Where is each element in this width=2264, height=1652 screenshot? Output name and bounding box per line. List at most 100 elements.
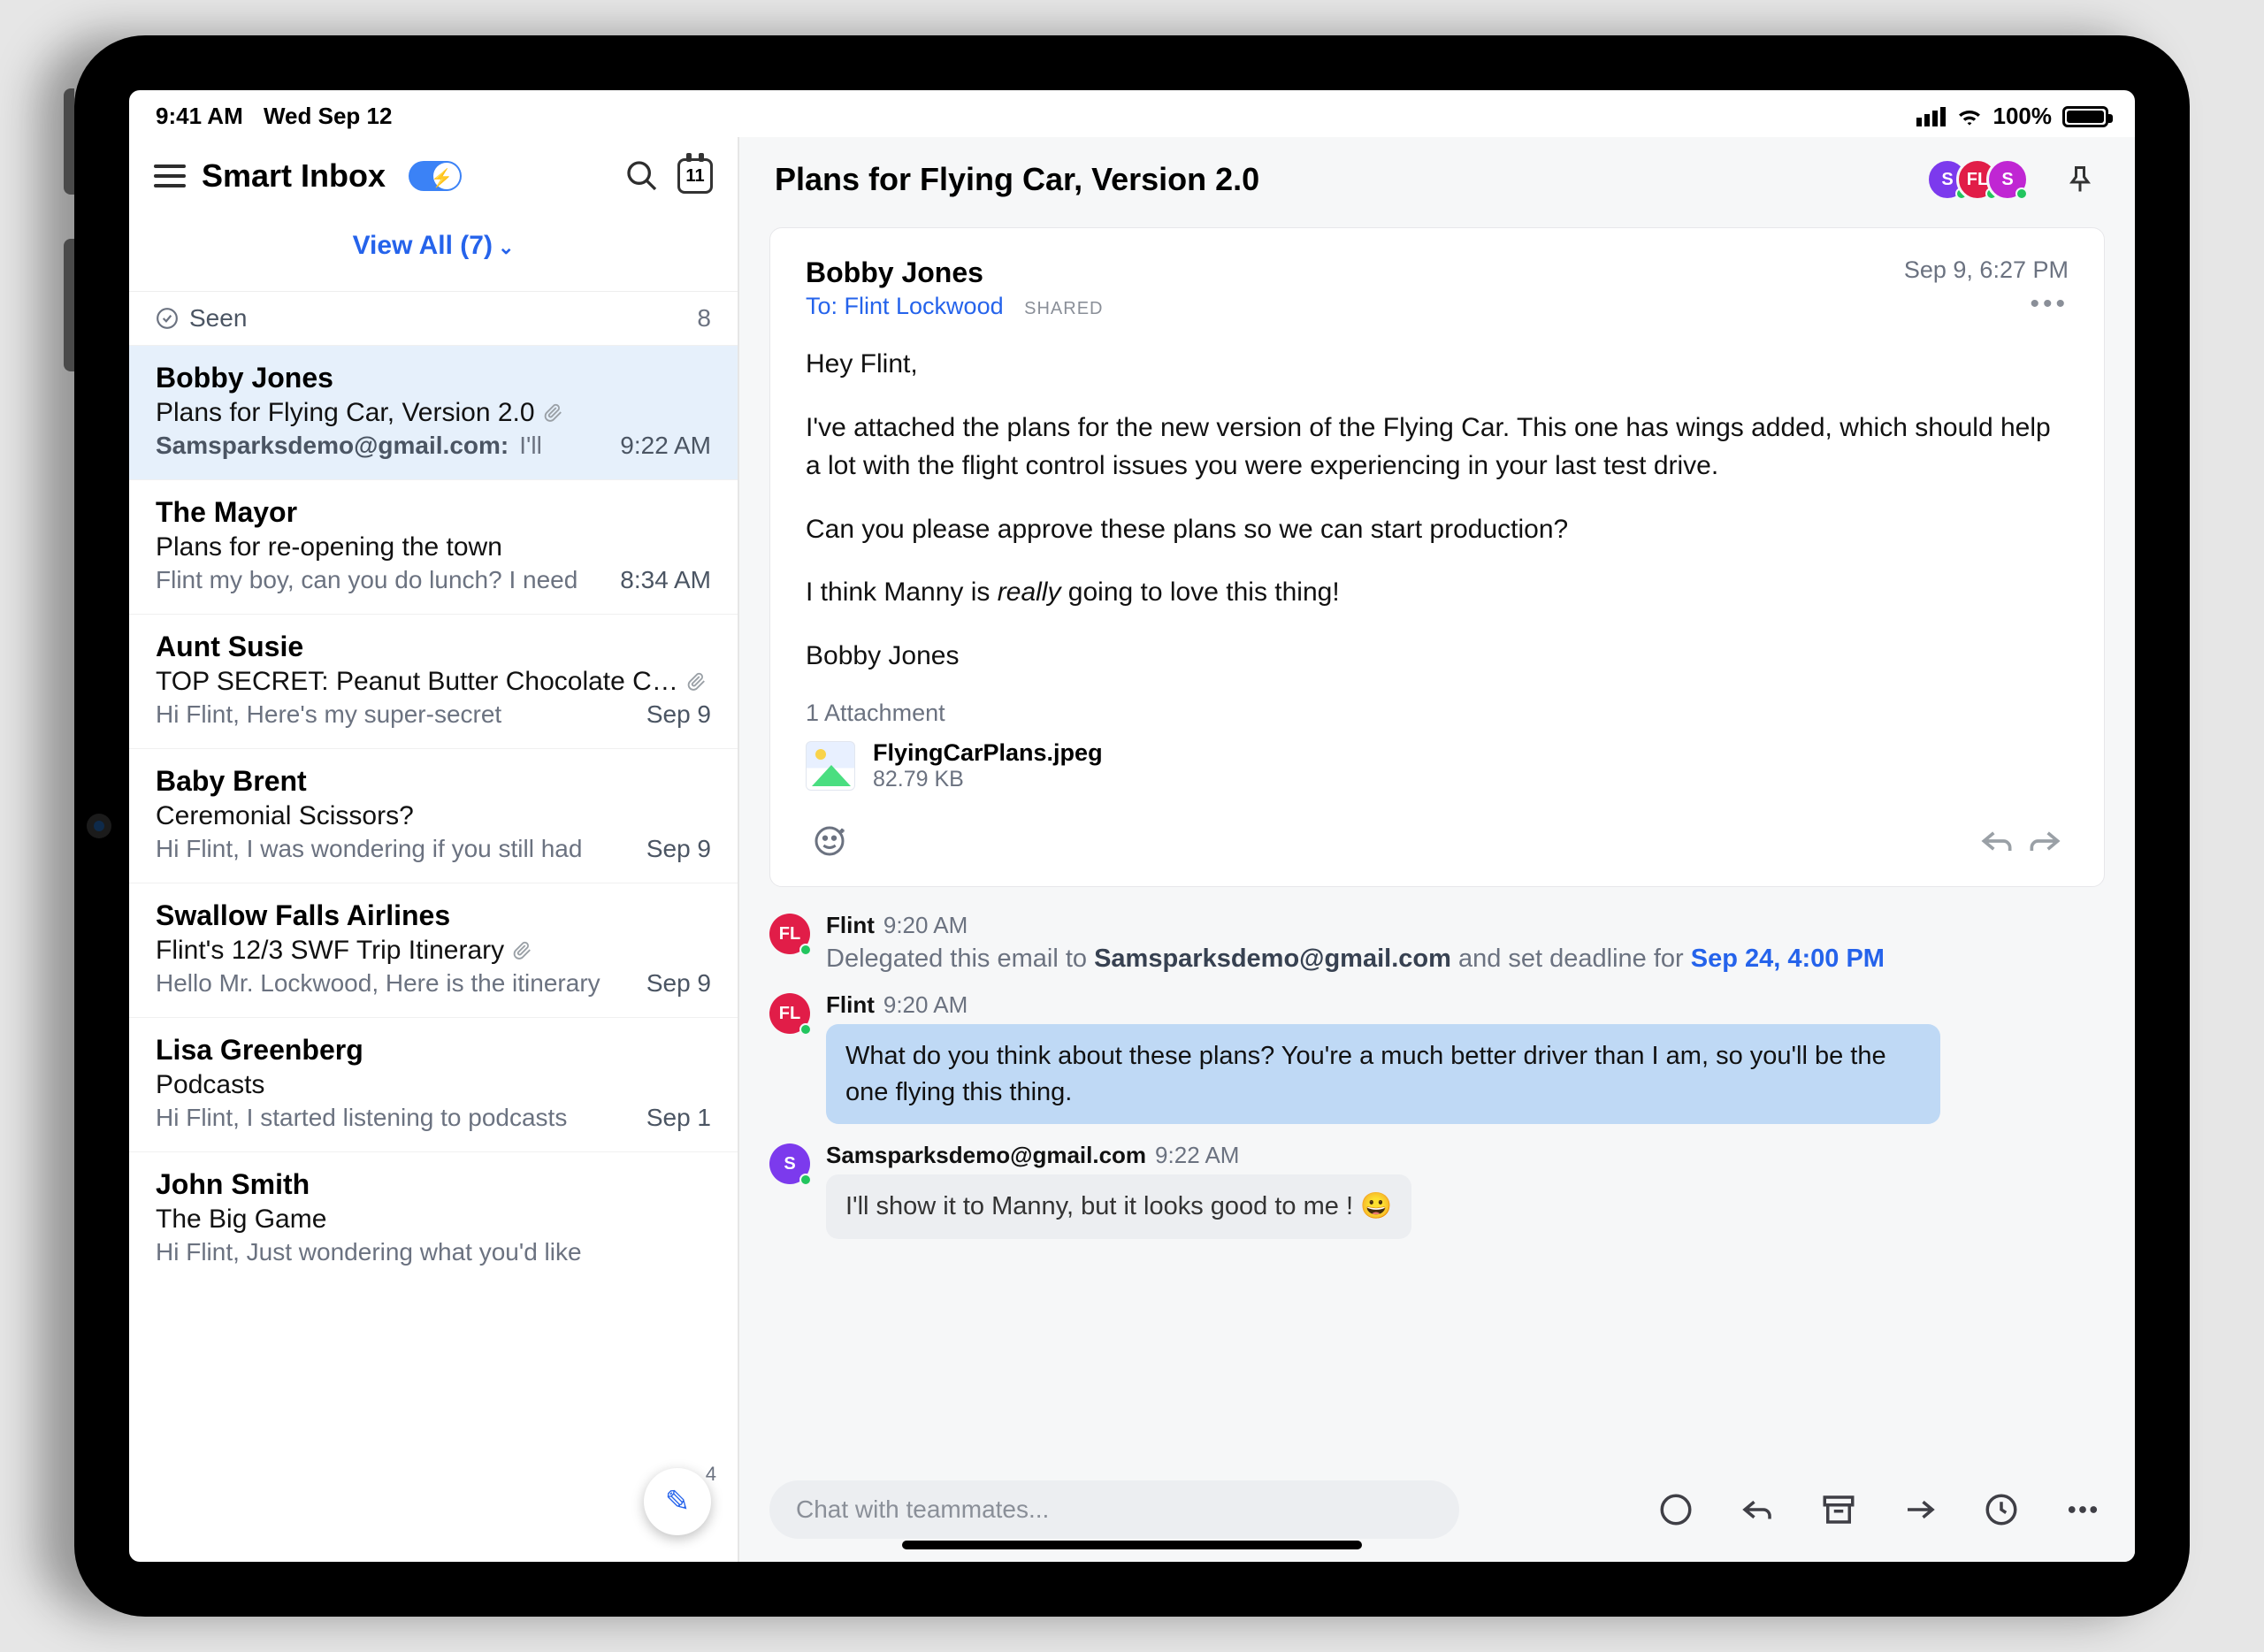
home-indicator[interactable] xyxy=(902,1541,1362,1549)
mark-read-button[interactable] xyxy=(1654,1488,1698,1532)
device-button xyxy=(64,88,74,195)
device-frame: 9:41 AM Wed Sep 12 100% Smart Inbox ⚡ xyxy=(74,35,2190,1617)
comment-time: 9:20 AM xyxy=(883,991,968,1018)
email-item[interactable]: The MayorPlans for re-opening the town Fl… xyxy=(129,479,738,614)
email-subject: Plans for Flying Car, Version 2.0 xyxy=(156,398,711,428)
comment-bubble[interactable]: I'll show it to Manny, but it looks good… xyxy=(826,1174,1411,1239)
seen-section[interactable]: Seen 8 xyxy=(129,291,738,345)
device-camera xyxy=(87,814,111,838)
email-snippet: Hi Flint, Here's my super-secret xyxy=(156,700,636,729)
status-date: Wed Sep 12 xyxy=(264,103,392,129)
email-preview-sender: Samsparksdemo@gmail.com: xyxy=(156,432,509,460)
calendar-button[interactable]: 11 xyxy=(677,158,713,194)
react-button[interactable] xyxy=(806,817,853,865)
status-time: 9:41 AM xyxy=(156,103,243,129)
email-time: 9:22 AM xyxy=(620,432,711,460)
email-sender: The Mayor xyxy=(156,496,711,529)
smart-inbox-toggle[interactable]: ⚡ xyxy=(409,161,462,191)
thread-title: Plans for Flying Car, Version 2.0 xyxy=(775,161,1910,198)
menu-button[interactable] xyxy=(154,164,186,187)
snooze-button[interactable] xyxy=(1979,1488,2023,1532)
comment-bubble[interactable]: What do you think about these plans? You… xyxy=(826,1024,1940,1124)
email-time: Sep 9 xyxy=(646,969,711,998)
chat-input[interactable]: Chat with teammates... xyxy=(769,1480,1459,1539)
compose-button[interactable]: ✎ 4 xyxy=(644,1468,711,1535)
email-subject: Plans for re-opening the town xyxy=(156,532,711,562)
email-item[interactable]: Aunt Susie TOP SECRET: Peanut Butter Choc… xyxy=(129,614,738,748)
search-button[interactable] xyxy=(623,157,662,195)
attachment-icon xyxy=(687,672,707,692)
view-all-button[interactable]: View All (7)⌄ xyxy=(129,208,738,291)
reply-button[interactable] xyxy=(1973,817,2021,865)
more-actions-button[interactable] xyxy=(2061,1488,2105,1532)
attachment[interactable]: FlyingCarPlans.jpeg 82.79 KB xyxy=(806,739,2069,792)
screen: 9:41 AM Wed Sep 12 100% Smart Inbox ⚡ xyxy=(129,90,2135,1562)
presence-indicator xyxy=(799,944,812,956)
email-time: Sep 9 xyxy=(646,700,711,729)
wifi-icon xyxy=(1956,106,1983,127)
comment-avatar: S xyxy=(769,1143,810,1184)
attachment-count: 1 Attachment xyxy=(806,700,2069,727)
email-item[interactable]: Swallow Falls Airlines Flint's 12/3 SWF T… xyxy=(129,883,738,1017)
sidebar: Smart Inbox ⚡ 11 View All (7)⌄ Seen xyxy=(129,137,739,1562)
inbox-title: Smart Inbox xyxy=(202,157,386,195)
comment-avatar: FL xyxy=(769,993,810,1034)
seen-count: 8 xyxy=(697,304,711,333)
email-sender: John Smith xyxy=(156,1168,711,1201)
email-snippet: Hi Flint, I was wondering if you still h… xyxy=(156,835,636,863)
compose-badge: 4 xyxy=(706,1463,716,1486)
email-item[interactable]: Bobby Jones Plans for Flying Car, Version… xyxy=(129,345,738,479)
file-thumbnail-icon xyxy=(806,741,855,791)
archive-button[interactable] xyxy=(1817,1488,1861,1532)
comment-avatar: FL xyxy=(769,914,810,954)
email-time: Sep 9 xyxy=(646,835,711,863)
forward-toolbar-button[interactable] xyxy=(1898,1488,1942,1532)
email-sender: Baby Brent xyxy=(156,765,711,798)
message-date: Sep 9, 6:27 PM xyxy=(1904,256,2069,284)
email-snippet: Hi Flint, Just wondering what you'd like xyxy=(156,1238,700,1266)
calendar-day: 11 xyxy=(685,166,704,187)
email-sender: Swallow Falls Airlines xyxy=(156,899,711,932)
chevron-down-icon: ⌄ xyxy=(498,236,514,258)
message-body: Hey Flint, I've attached the plans for t… xyxy=(806,345,2069,675)
message-pane: Plans for Flying Car, Version 2.0 SFLS B… xyxy=(739,137,2135,1562)
email-subject: The Big Game xyxy=(156,1205,711,1235)
delegation-notice: Delegated this email to Samsparksdemo@gm… xyxy=(826,945,2105,974)
email-subject: TOP SECRET: Peanut Butter Chocolate C… xyxy=(156,667,711,697)
participant-avatar[interactable]: S xyxy=(1986,158,2029,201)
comment-thread: FL Flint 9:20 AM Delegated this email to Sa… xyxy=(739,903,2135,1257)
email-time: 8:34 AM xyxy=(620,566,711,594)
email-subject: Podcasts xyxy=(156,1070,711,1100)
comment-row: FL Flint 9:20 AM What do you think about th… xyxy=(769,991,2105,1124)
comment-time: 9:20 AM xyxy=(883,912,968,938)
seen-label: Seen xyxy=(189,304,247,333)
email-sender: Lisa Greenberg xyxy=(156,1034,711,1067)
email-item[interactable]: Lisa GreenbergPodcastsHi Flint, I starte… xyxy=(129,1017,738,1151)
email-sender: Aunt Susie xyxy=(156,631,711,663)
comment-row: FLFlint9:20 AMDelegated this email to Sa… xyxy=(769,912,2105,974)
battery-percent: 100% xyxy=(1993,103,2053,130)
email-subject: Flint's 12/3 SWF Trip Itinerary xyxy=(156,936,711,966)
comment-time: 9:22 AM xyxy=(1155,1142,1239,1168)
attachment-icon xyxy=(544,403,563,423)
message-menu-button[interactable]: ••• xyxy=(1904,289,2069,319)
email-item[interactable]: John Smith The Big Game Hi Flint, Just won… xyxy=(129,1151,738,1286)
presence-indicator xyxy=(799,1174,812,1186)
email-sender: Bobby Jones xyxy=(156,362,711,394)
email-subject: Ceremonial Scissors? xyxy=(156,801,711,831)
forward-button[interactable] xyxy=(2021,817,2069,865)
email-snippet: Flint my boy, can you do lunch? I need xyxy=(156,566,609,594)
participant-avatars[interactable]: SFLS xyxy=(1926,158,2029,201)
message-to[interactable]: To: Flint Lockwood xyxy=(806,293,1004,319)
comment-author: Flint xyxy=(826,991,875,1018)
attachment-icon xyxy=(513,941,532,960)
battery-icon xyxy=(2062,106,2108,127)
attachment-size: 82.79 KB xyxy=(873,767,1103,792)
email-snippet: I'll xyxy=(519,432,609,460)
reply-toolbar-button[interactable] xyxy=(1735,1488,1779,1532)
comment-row: S Samsparksdemo@gmail.com 9:22 AM I'll show… xyxy=(769,1142,2105,1239)
email-time: Sep 1 xyxy=(646,1104,711,1132)
comment-author: Samsparksdemo@gmail.com xyxy=(826,1142,1146,1168)
email-item[interactable]: Baby BrentCeremonial Scissors? Hi Flint, … xyxy=(129,748,738,883)
pin-button[interactable] xyxy=(2061,160,2100,199)
